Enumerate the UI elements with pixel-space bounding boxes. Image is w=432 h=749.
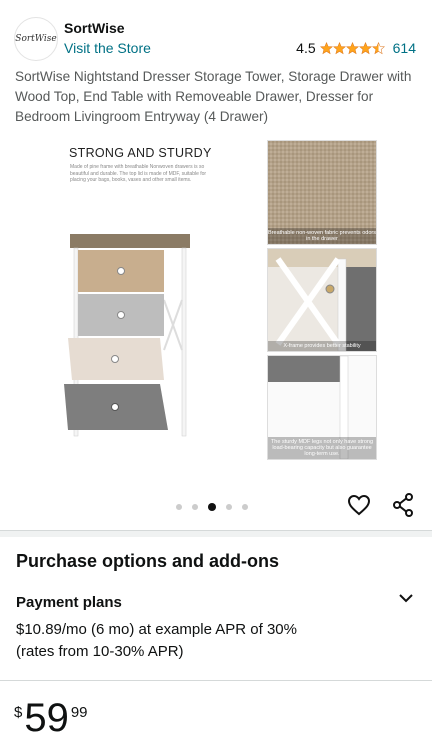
half-star-icon (371, 41, 385, 54)
drawer-4-pull (111, 403, 119, 411)
star-icon (358, 41, 372, 54)
store-logo[interactable]: SortWise (14, 17, 58, 61)
thumbnail-fabric[interactable]: Breathable non-woven fabric prevents odo… (267, 140, 377, 245)
rating-stars (319, 41, 385, 55)
pagination-dot[interactable] (192, 504, 198, 510)
payment-plan-rates: (rates from 10-30% APR) (16, 643, 184, 660)
main-image-description: Made of pine frame with breathable Nonwo… (70, 164, 207, 183)
payment-plan-detail: $10.89/mo (6 mo) at example APR of 30% (16, 621, 297, 638)
purchase-options-heading: Purchase options and add-ons (16, 551, 280, 571)
price-currency: $ (14, 704, 23, 721)
star-icon (319, 41, 333, 54)
drawer-2-pull (117, 311, 125, 319)
store-header: SortWise SortWise Visit the Store 4.5 61… (0, 0, 432, 66)
heart-icon[interactable] (347, 494, 371, 516)
product-price: $ 59 99 (14, 696, 88, 740)
main-image-caption: STRONG AND STURDY (69, 146, 212, 160)
price-fraction: 99 (70, 704, 88, 721)
thumbnail-legs-caption: The sturdy MDF legs not only have strong… (268, 437, 376, 459)
thumbnail-xframe-caption: X-frame provides better stability (268, 341, 376, 351)
thumbnail-legs[interactable]: The sturdy MDF legs not only have strong… (267, 355, 377, 460)
drawer-1-pull (117, 267, 125, 275)
rating-value: 4.5 (296, 40, 316, 56)
payment-plans-heading[interactable]: Payment plans (16, 594, 122, 611)
store-name: SortWise (64, 20, 125, 36)
store-logo-text: SortWise (15, 34, 57, 44)
rating-summary[interactable]: 4.5 614 (296, 40, 416, 56)
pagination-dot[interactable] (242, 504, 248, 510)
product-title: SortWise Nightstand Dresser Storage Towe… (15, 69, 412, 124)
main-product-image[interactable] (60, 140, 235, 440)
section-divider (0, 530, 432, 537)
visit-store-link[interactable]: Visit the Store (64, 40, 151, 56)
dresser-leg-right (181, 247, 187, 437)
gallery-pagination-dots[interactable] (176, 503, 248, 511)
dresser-top (70, 234, 190, 248)
thumbnail-xframe[interactable]: X-frame provides better stability (267, 248, 377, 352)
x-frame-image (268, 249, 376, 351)
pagination-dot[interactable] (226, 504, 232, 510)
price-whole: 59 (24, 696, 69, 740)
rating-count[interactable]: 614 (393, 40, 416, 56)
pagination-dot[interactable] (176, 504, 182, 510)
chevron-down-icon[interactable] (398, 590, 414, 606)
pagination-dot-active[interactable] (208, 503, 216, 511)
price-divider (0, 680, 432, 681)
star-icon (332, 41, 346, 54)
share-icon[interactable] (392, 493, 414, 517)
thumbnail-fabric-caption: Breathable non-woven fabric prevents odo… (268, 228, 376, 244)
drawer-3-pull (111, 355, 119, 363)
star-icon (345, 41, 359, 54)
